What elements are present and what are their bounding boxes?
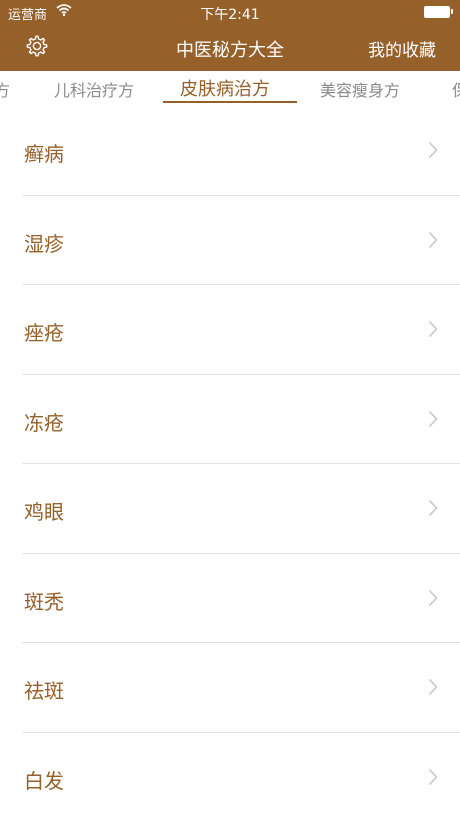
list-item[interactable]: 白发 xyxy=(22,733,460,821)
active-tab-indicator xyxy=(163,101,297,103)
list-item-label: 斑秃 xyxy=(24,586,64,615)
top-bar: 运营商 下午2:41 中医秘方大全 我的收藏 xyxy=(0,0,460,71)
chevron-right-icon xyxy=(428,589,438,607)
chevron-right-icon xyxy=(428,768,438,786)
tab-dermatology[interactable]: 皮肤病治方 xyxy=(180,75,270,101)
battery-tip xyxy=(451,9,453,14)
list-item-label: 痤疮 xyxy=(24,317,64,346)
favorites-button[interactable]: 我的收藏 xyxy=(368,36,436,61)
status-bar: 运营商 下午2:41 xyxy=(0,0,460,24)
navigation-bar: 中医秘方大全 我的收藏 xyxy=(0,24,460,71)
list-item-label: 祛斑 xyxy=(24,675,64,704)
list-item[interactable]: 痤疮 xyxy=(22,285,460,375)
list-item[interactable]: 湿疹 xyxy=(22,196,460,286)
remedy-list: 癣病 湿疹 痤疮 冻疮 鸡眼 斑秃 祛斑 白发 xyxy=(0,106,460,821)
chevron-right-icon xyxy=(428,141,438,159)
chevron-right-icon xyxy=(428,499,438,517)
chevron-right-icon xyxy=(428,410,438,428)
tab-partial-left[interactable]: 方 xyxy=(0,77,10,101)
gear-icon[interactable] xyxy=(24,33,50,59)
tab-partial-right[interactable]: 保 xyxy=(452,77,460,101)
battery-icon xyxy=(424,6,450,18)
tab-pediatrics[interactable]: 儿科治疗方 xyxy=(54,77,134,101)
list-item-label: 白发 xyxy=(24,765,64,794)
category-tabs: 方 儿科治疗方 皮肤病治方 美容瘦身方 保 xyxy=(0,71,460,105)
tab-beauty-slimming[interactable]: 美容瘦身方 xyxy=(320,77,400,101)
list-item[interactable]: 鸡眼 xyxy=(22,464,460,554)
chevron-right-icon xyxy=(428,231,438,249)
chevron-right-icon xyxy=(428,320,438,338)
chevron-right-icon xyxy=(428,678,438,696)
list-item[interactable]: 癣病 xyxy=(22,106,460,196)
status-time: 下午2:41 xyxy=(0,4,460,24)
list-item-label: 癣病 xyxy=(24,138,64,167)
list-item-label: 湿疹 xyxy=(24,228,64,257)
list-item[interactable]: 冻疮 xyxy=(22,375,460,465)
list-item[interactable]: 斑秃 xyxy=(22,554,460,644)
list-item-label: 鸡眼 xyxy=(24,496,64,525)
list-item-label: 冻疮 xyxy=(24,407,64,436)
list-item[interactable]: 祛斑 xyxy=(22,643,460,733)
